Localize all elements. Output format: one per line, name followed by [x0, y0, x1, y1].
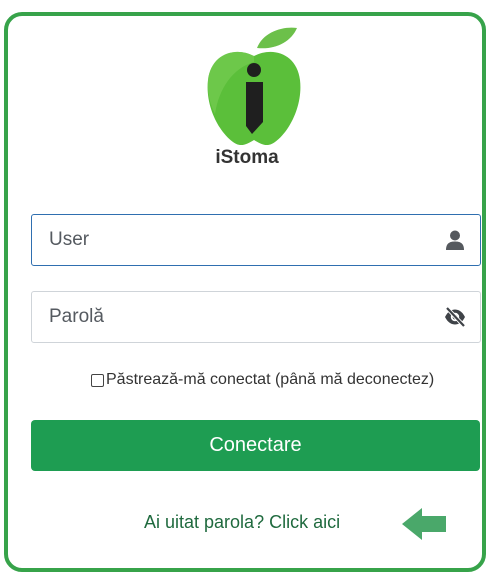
user-input[interactable] [32, 215, 432, 265]
login-button[interactable]: Conectare [31, 420, 480, 471]
apple-i-logo-icon [207, 27, 301, 146]
remember-me-checkbox[interactable]: Păstrează-mă conectat (până mă deconecte… [91, 368, 434, 392]
password-field[interactable] [31, 291, 481, 343]
user-icon [446, 230, 464, 250]
checkbox-box[interactable] [91, 373, 104, 387]
user-field[interactable] [31, 214, 481, 266]
arrow-left-icon [402, 508, 446, 540]
forgot-password-link[interactable]: Ai uitat parola? Click aici [144, 512, 340, 533]
password-input[interactable] [32, 292, 432, 342]
eye-slash-icon[interactable] [443, 305, 467, 329]
brand-name: iStoma [215, 147, 279, 168]
remember-me-label: Păstrează-mă conectat (până mă deconecte… [106, 371, 435, 388]
